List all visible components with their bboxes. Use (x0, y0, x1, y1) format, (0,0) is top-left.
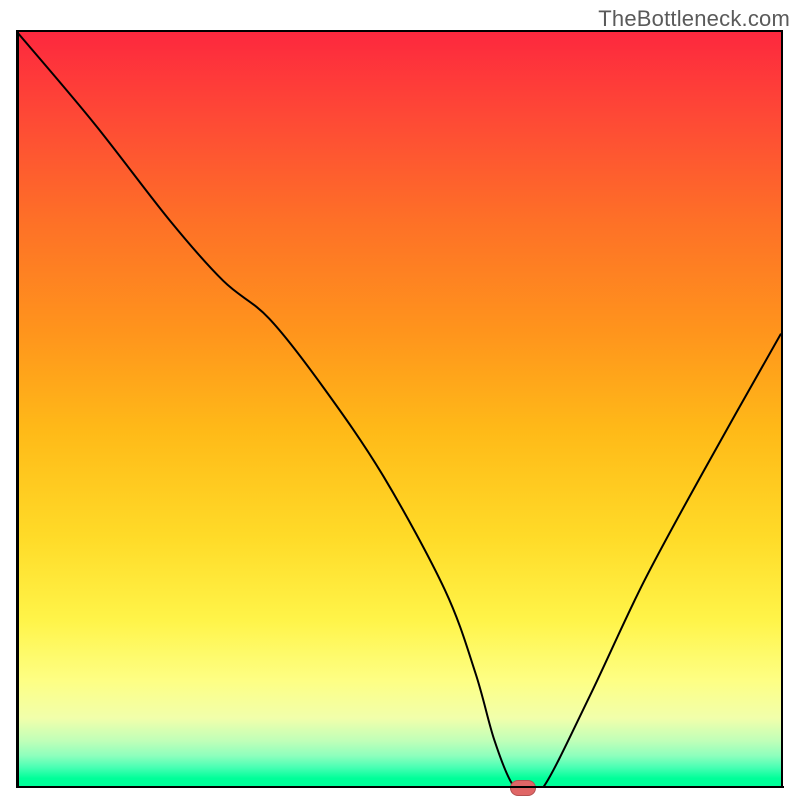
attribution-label: TheBottleneck.com (598, 6, 790, 32)
heatmap-gradient (17, 32, 781, 786)
optimal-point-marker (510, 780, 536, 796)
plot-area (17, 30, 783, 786)
